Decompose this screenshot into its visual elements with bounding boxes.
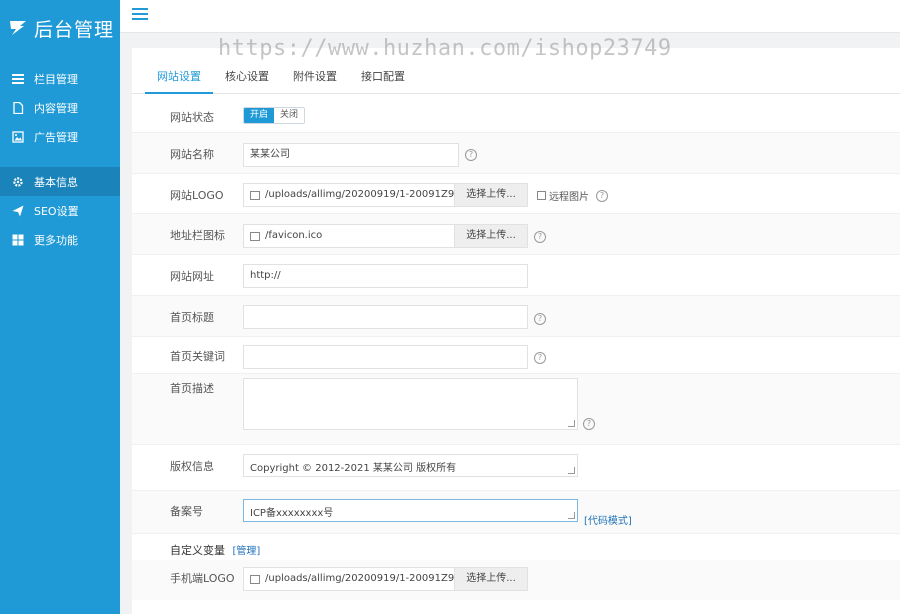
row-home-description: 首页描述 ? (132, 374, 900, 445)
image-icon (12, 130, 24, 143)
sidebar-item-label: 广告管理 (34, 130, 78, 144)
brand: 后台管理 (0, 0, 120, 56)
field-label: 网站网址 (170, 270, 214, 283)
icp-textarea[interactable]: ICP备xxxxxxxx号 (243, 499, 578, 522)
field-label: 首页标题 (170, 311, 214, 324)
help-icon[interactable]: ? (583, 418, 595, 430)
status-on-option[interactable]: 开启 (244, 108, 275, 123)
site-url-input[interactable]: http:// (243, 264, 528, 288)
custom-vars-label: 自定义变量 (170, 544, 225, 557)
field-label: 网站名称 (170, 148, 214, 161)
field-label: 手机端LOGO (170, 572, 235, 585)
logo-upload: /uploads/allimg/20200919/1-20091Z91H 选择上… (243, 183, 528, 207)
row-copyright: 版权信息 Copyright © 2012-2021 某某公司 版权所有 (132, 445, 900, 491)
send-icon (12, 205, 24, 216)
image-icon (250, 231, 260, 241)
custom-vars-heading: 自定义变量 [管理] (170, 542, 260, 558)
sidebar-item-label: 更多功能 (34, 233, 78, 247)
row-home-keywords: 首页关键词 ? (132, 337, 900, 374)
row-custom-vars: 自定义变量 [管理] (132, 534, 900, 560)
image-icon (250, 574, 260, 584)
site-name-input[interactable]: 某某公司 (243, 143, 459, 167)
sidebar-divider (0, 151, 120, 167)
resize-handle-icon[interactable] (568, 512, 575, 519)
help-icon[interactable]: ? (465, 149, 477, 161)
mobile-logo-upload-button[interactable]: 选择上传... (455, 567, 528, 591)
sidebar-item-label: 内容管理 (34, 101, 78, 115)
help-icon[interactable]: ? (596, 190, 608, 202)
resize-handle-icon[interactable] (568, 467, 575, 474)
favicon-upload: /favicon.ico 选择上传... (243, 224, 528, 248)
remote-image-checkbox[interactable]: 远程图片 (537, 188, 589, 203)
field-label: 网站LOGO (170, 189, 224, 202)
logo-path-value: /uploads/allimg/20200919/1-20091Z91H (265, 189, 455, 200)
tab-site-settings[interactable]: 网站设置 (145, 48, 213, 94)
sidebar-item-basic-info[interactable]: 基本信息 (0, 167, 120, 196)
help-icon[interactable]: ? (534, 352, 546, 364)
main-panel: 网站设置 核心设置 附件设置 接口配置 网站状态 开启 关闭 网站名称 某某公司… (132, 48, 900, 614)
sidebar-nav: 栏目管理 内容管理 广告管理 基本信息 SEO设置 更多功能 (0, 64, 120, 254)
checkbox-label: 远程图片 (549, 192, 589, 203)
textarea-value: Copyright © 2012-2021 某某公司 版权所有 (250, 463, 457, 474)
top-bar (120, 0, 900, 33)
gear-icon (13, 176, 23, 187)
status-off-option[interactable]: 关闭 (274, 108, 305, 123)
code-mode-link[interactable]: [代码模式] (584, 512, 632, 527)
mobile-logo-path-value: /uploads/allimg/20200919/1-20091Z91H (265, 573, 455, 584)
sidebar-item-label: SEO设置 (34, 204, 79, 218)
mobile-logo-upload: /uploads/allimg/20200919/1-20091Z91H 选择上… (243, 567, 528, 591)
copyright-textarea[interactable]: Copyright © 2012-2021 某某公司 版权所有 (243, 454, 578, 477)
home-title-input[interactable] (243, 305, 528, 329)
favicon-path-value: /favicon.ico (265, 230, 323, 241)
row-site-name: 网站名称 某某公司 ? (132, 133, 900, 174)
custom-vars-manage-link[interactable]: [管理] (233, 546, 261, 557)
help-icon[interactable]: ? (534, 231, 546, 243)
field-label: 地址栏图标 (170, 229, 225, 242)
watermark-text: https://www.huzhan.com/ishop23749 (218, 36, 672, 61)
sidebar-item-ads[interactable]: 广告管理 (0, 122, 120, 151)
logo-path-input[interactable]: /uploads/allimg/20200919/1-20091Z91H (243, 183, 455, 207)
sidebar: 后台管理 栏目管理 内容管理 广告管理 基本信息 SEO设置 更多功能 (0, 0, 120, 614)
home-description-textarea[interactable] (243, 378, 578, 430)
home-keywords-input[interactable] (243, 345, 528, 369)
sidebar-item-label: 基本信息 (34, 175, 78, 189)
row-home-title: 首页标题 ? (132, 296, 900, 337)
grid-icon (12, 234, 24, 245)
list-icon (12, 73, 24, 84)
row-site-url: 网站网址 http:// (132, 255, 900, 296)
menu-toggle-icon[interactable] (132, 8, 148, 22)
image-icon (250, 190, 260, 200)
row-site-status: 网站状态 开启 关闭 (132, 94, 900, 133)
sidebar-item-columns[interactable]: 栏目管理 (0, 64, 120, 93)
sidebar-item-label: 栏目管理 (34, 72, 78, 86)
field-label: 网站状态 (170, 111, 214, 124)
brand-logo-icon (10, 21, 26, 35)
logo-upload-button[interactable]: 选择上传... (455, 183, 528, 207)
sidebar-item-content[interactable]: 内容管理 (0, 93, 120, 122)
field-label: 备案号 (170, 505, 203, 518)
help-icon[interactable]: ? (534, 313, 546, 325)
resize-handle-icon[interactable] (568, 420, 575, 427)
field-label: 首页关键词 (170, 350, 225, 363)
checkbox-box[interactable] (537, 191, 546, 200)
field-label: 版权信息 (170, 460, 214, 473)
favicon-upload-button[interactable]: 选择上传... (455, 224, 528, 248)
textarea-value: ICP备xxxxxxxx号 (250, 508, 334, 519)
row-favicon: 地址栏图标 /favicon.ico 选择上传... ? (132, 214, 900, 255)
row-mobile-logo: 手机端LOGO /uploads/allimg/20200919/1-20091… (132, 560, 900, 600)
brand-title: 后台管理 (34, 18, 115, 41)
favicon-path-input[interactable]: /favicon.ico (243, 224, 455, 248)
document-icon (13, 101, 24, 114)
sidebar-item-seo[interactable]: SEO设置 (0, 196, 120, 225)
row-site-logo: 网站LOGO /uploads/allimg/20200919/1-20091Z… (132, 174, 900, 214)
field-label: 首页描述 (170, 382, 214, 395)
site-status-toggle[interactable]: 开启 关闭 (243, 107, 306, 124)
row-icp: 备案号 ICP备xxxxxxxx号 [代码模式] (132, 491, 900, 534)
sidebar-item-more[interactable]: 更多功能 (0, 225, 120, 254)
mobile-logo-path-input[interactable]: /uploads/allimg/20200919/1-20091Z91H (243, 567, 455, 591)
